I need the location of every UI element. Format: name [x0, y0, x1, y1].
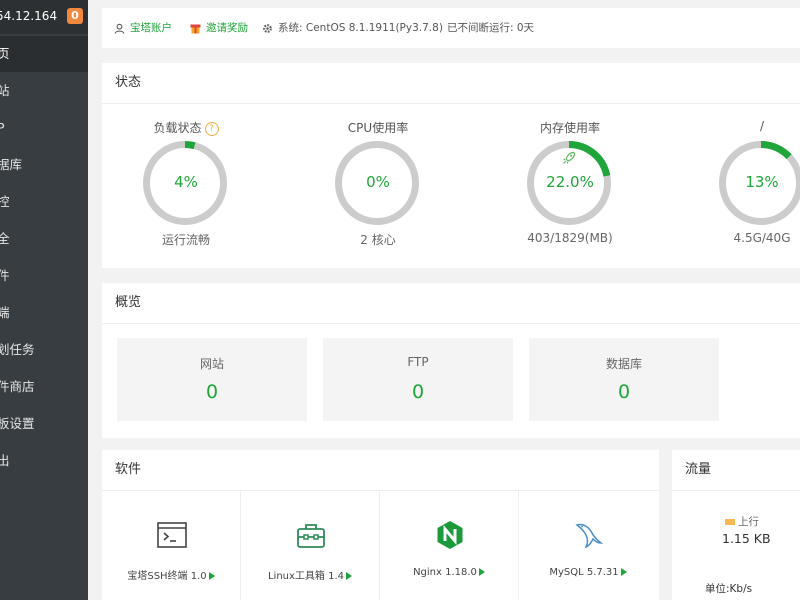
- sidebar-item-label: 页: [0, 46, 10, 61]
- gauge-subtext: 2 核心: [360, 233, 396, 247]
- software-title: 软件: [115, 462, 142, 477]
- sidebar-item-label: 件: [0, 268, 10, 283]
- gauge-subtext: 运行流畅: [161, 233, 210, 247]
- gift-icon: [190, 24, 201, 34]
- gauge-subtext: 4.5G/40G: [733, 231, 791, 245]
- memory-gauge[interactable]: 内存使用率 22.0% 403/1829(MB): [495, 63, 645, 268]
- sidebar-item-monitor[interactable]: 控: [0, 184, 88, 220]
- account-link[interactable]: 宝塔账户: [114, 8, 172, 48]
- gauge-value: 0%: [366, 173, 390, 191]
- overview-label: 网站: [199, 357, 224, 371]
- nginx-icon: [437, 521, 463, 549]
- software-label: Nginx 1.18.0: [380, 567, 518, 578]
- user-icon: [114, 23, 125, 34]
- sidebar-item-ftp[interactable]: P: [0, 110, 88, 146]
- system-text: 系统: CentOS 8.1.1911(Py3.7.8): [278, 22, 443, 34]
- sidebar-item-label: 出: [0, 453, 10, 468]
- software-item-linux-toolbox[interactable]: Linux工具箱 1.4: [241, 491, 380, 600]
- software-panel: 软件 宝塔SSH终端 1.0 Linux工具箱 1.4 Nginx 1.18.0: [102, 450, 659, 600]
- sidebar-item-label: 端: [0, 305, 10, 320]
- gauge-label: 内存使用率: [539, 121, 600, 135]
- sidebar-item-security[interactable]: 全: [0, 221, 88, 257]
- system-info: 系统: CentOS 8.1.1911(Py3.7.8): [262, 8, 443, 48]
- upload-legend: 上行: [725, 514, 759, 529]
- play-icon[interactable]: [620, 568, 627, 576]
- overview-title: 概览: [115, 295, 142, 310]
- sidebar-item-label: 件商店: [0, 379, 35, 394]
- overview-ftp[interactable]: FTP 0: [323, 338, 513, 421]
- software-item-nginx[interactable]: Nginx 1.18.0: [380, 491, 519, 600]
- mysql-dolphin-icon: [575, 523, 604, 549]
- sidebar-item-label: P: [0, 120, 5, 135]
- invite-link[interactable]: 邀请奖励: [190, 8, 248, 48]
- overview-websites[interactable]: 网站 0: [117, 338, 307, 421]
- help-icon[interactable]: ?: [204, 121, 219, 136]
- overview-label: FTP: [407, 355, 429, 369]
- sidebar-item-terminal[interactable]: 端: [0, 295, 88, 331]
- sidebar-item-files[interactable]: 件: [0, 258, 88, 294]
- sidebar-item-logout[interactable]: 出: [0, 443, 88, 479]
- sidebar-item-settings[interactable]: 板设置: [0, 406, 88, 442]
- upload-value: 1.15 KB: [722, 531, 771, 546]
- gauge-value: 22.0%: [546, 173, 594, 191]
- sidebar-item-database[interactable]: 据库: [0, 147, 88, 183]
- traffic-unit: 单位:Kb/s: [705, 583, 753, 595]
- invite-label: 邀请奖励: [206, 22, 248, 34]
- overview-label: 数据库: [605, 357, 642, 371]
- gauge-label: CPU使用率: [347, 121, 409, 135]
- terminal-icon: [157, 522, 187, 548]
- load-gauge[interactable]: 负载状态? 4% 运行流畅: [111, 63, 261, 268]
- sidebar-item-label: 控: [0, 194, 10, 209]
- gauge-label: /: [759, 119, 765, 133]
- account-label: 宝塔账户: [130, 22, 172, 34]
- overview-panel: 概览 网站 0 FTP 0 数据库 0: [102, 283, 800, 438]
- play-icon[interactable]: [346, 572, 353, 580]
- sidebar-item-cron[interactable]: 划任务: [0, 332, 88, 368]
- software-item-ssh-terminal[interactable]: 宝塔SSH终端 1.0: [102, 491, 241, 600]
- traffic-panel: 流量 上行 1.15 KB 单位:Kb/s: [672, 450, 800, 600]
- overview-count[interactable]: 0: [529, 381, 719, 403]
- sidebar-item-label: 划任务: [0, 342, 35, 357]
- uptime-text: 已不间断运行: 0天: [447, 22, 535, 34]
- software-label: Linux工具箱 1.4: [241, 567, 379, 582]
- divider: [102, 323, 800, 324]
- play-icon[interactable]: [478, 568, 485, 576]
- sidebar-item-label: 全: [0, 231, 10, 246]
- disk-gauge[interactable]: / 13% 4.5G/40G: [687, 63, 800, 268]
- sidebar-item-app-store[interactable]: 件商店: [0, 369, 88, 405]
- cpu-gauge[interactable]: CPU使用率 0% 2 核心: [303, 63, 453, 268]
- software-label: 宝塔SSH终端 1.0: [102, 567, 240, 582]
- sidebar-item-label: 据库: [0, 157, 23, 172]
- message-count-badge[interactable]: 0: [67, 8, 83, 24]
- upload-swatch: [725, 519, 735, 525]
- play-icon[interactable]: [208, 572, 215, 580]
- traffic-title: 流量: [685, 462, 712, 477]
- toolbox-icon: [297, 524, 325, 548]
- gear-icon: [263, 23, 272, 33]
- divider: [672, 490, 800, 491]
- top-info-bar: 宝塔账户 邀请奖励 系统: CentOS 8.1.1911(Py3.7.8) 已…: [102, 8, 800, 48]
- software-label: MySQL 5.7.31: [519, 567, 657, 578]
- server-ip[interactable]: 54.12.164: [0, 9, 57, 23]
- status-panel: 状态 负载状态? 4% 运行流畅 CPU使用率 0% 2 核心 内存使用率 22…: [102, 63, 800, 268]
- software-item-mysql[interactable]: MySQL 5.7.31: [519, 491, 657, 600]
- gauge-subtext: 403/1829(MB): [527, 231, 613, 245]
- sidebar-item-label: 站: [0, 83, 10, 98]
- gauge-value: 13%: [745, 173, 779, 191]
- gauge-label: 负载状态?: [111, 119, 261, 136]
- sidebar: 54.12.164 0 页 站 P 据库 控 全 件 端 划任务 件商店 板设置…: [0, 0, 88, 600]
- rocket-icon[interactable]: [561, 150, 577, 166]
- overview-count[interactable]: 0: [117, 381, 307, 403]
- overview-count[interactable]: 0: [323, 381, 513, 403]
- gauge-value: 4%: [174, 173, 198, 191]
- sidebar-item-home[interactable]: 页: [0, 36, 88, 72]
- server-header: 54.12.164 0: [0, 0, 88, 34]
- sidebar-item-label: 板设置: [0, 416, 35, 431]
- sidebar-item-websites[interactable]: 站: [0, 73, 88, 109]
- overview-database[interactable]: 数据库 0: [529, 338, 719, 421]
